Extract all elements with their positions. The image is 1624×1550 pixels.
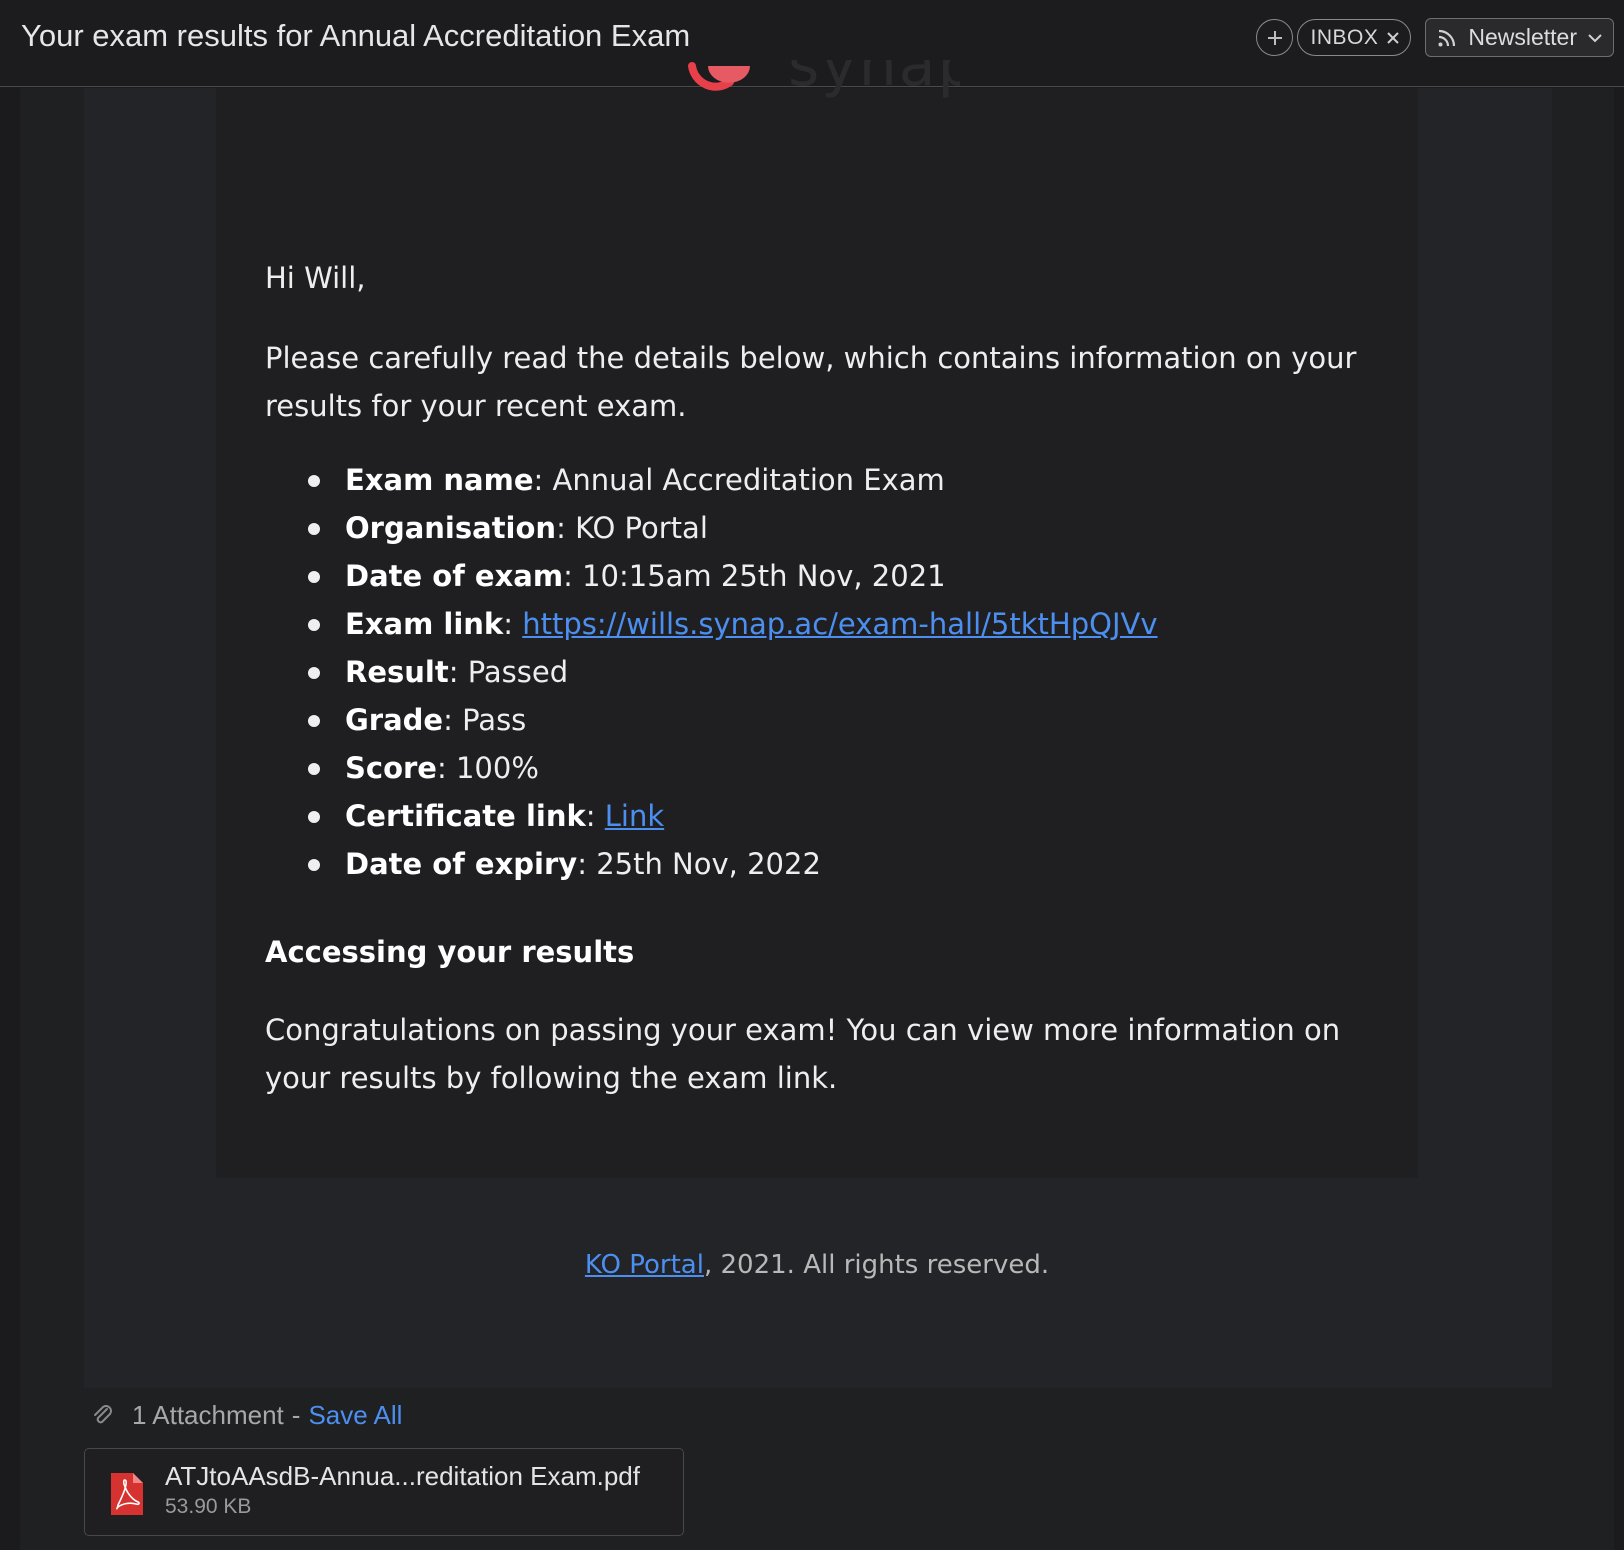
footer-copyright: , 2021. All rights reserved. xyxy=(703,1250,1050,1280)
intro-paragraph: Please carefully read the details below,… xyxy=(265,341,1357,423)
detail-label: Result xyxy=(345,655,449,689)
congrats-paragraph: Congratulations on passing your exam! Yo… xyxy=(265,1013,1341,1095)
attachment-count: 1 Attachment xyxy=(132,1400,284,1430)
detail-value: KO Portal xyxy=(575,511,708,545)
save-all-button[interactable]: Save All xyxy=(308,1400,402,1431)
email-subject: Your exam results for Annual Accreditati… xyxy=(21,18,691,53)
newsletter-label: Newsletter xyxy=(1468,24,1577,50)
attachment-filesize: 53.90 KB xyxy=(165,1495,252,1518)
list-item: Date of expiry: 25th Nov, 2022 xyxy=(308,840,1158,888)
label-tag-text: INBOX xyxy=(1310,25,1379,49)
remove-label-button[interactable] xyxy=(1386,31,1400,45)
detail-value: 100% xyxy=(455,751,539,785)
detail-label: Grade xyxy=(345,703,444,737)
footer-portal-link[interactable]: KO Portal xyxy=(585,1250,704,1280)
sender-logo: synap xyxy=(680,60,960,110)
detail-value: Annual Accreditation Exam xyxy=(552,463,945,497)
attachment-file[interactable]: ATJtoAAsdB-Annua...reditation Exam.pdf 5… xyxy=(84,1448,684,1536)
detail-value: Passed xyxy=(467,655,569,689)
header-controls: INBOX Newsletter xyxy=(1256,18,1614,57)
list-item: Certificate link: Link xyxy=(308,792,1158,840)
attachment-separator: - xyxy=(291,1400,301,1430)
email-footer: KO Portal, 2021. All rights reserved. xyxy=(216,1250,1418,1280)
detail-value: Pass xyxy=(462,703,527,737)
certificate-link[interactable]: Link xyxy=(605,799,664,833)
exam-details-list: Exam name: Annual Accreditation Exam Org… xyxy=(308,456,1158,888)
attachment-filename: ATJtoAAsdB-Annua...reditation Exam.pdf xyxy=(165,1461,640,1491)
logo-mark-icon xyxy=(688,62,750,91)
detail-label: Date of expiry xyxy=(345,847,578,881)
list-item: Grade: Pass xyxy=(308,696,1158,744)
detail-label: Exam link xyxy=(345,607,504,641)
list-item: Date of exam: 10:15am 25th Nov, 2021 xyxy=(308,552,1158,600)
close-icon xyxy=(1387,31,1400,44)
detail-label: Organisation xyxy=(345,511,557,545)
section-heading: Accessing your results xyxy=(265,935,635,969)
detail-label: Date of exam xyxy=(345,559,564,593)
paperclip-icon xyxy=(94,1404,112,1423)
exam-link[interactable]: https://wills.synap.ac/exam-hall/5tktHpQ… xyxy=(522,607,1157,641)
pdf-file-icon xyxy=(111,1473,143,1515)
label-tag-inbox: INBOX xyxy=(1297,19,1412,56)
list-item: Exam name: Annual Accreditation Exam xyxy=(308,456,1158,504)
logo-wordmark: synap xyxy=(788,60,960,100)
detail-value: 10:15am 25th Nov, 2021 xyxy=(582,559,946,593)
list-item: Organisation: KO Portal xyxy=(308,504,1158,552)
list-item: Exam link: https://wills.synap.ac/exam-h… xyxy=(308,600,1158,648)
list-item: Score: 100% xyxy=(308,744,1158,792)
detail-label: Certificate link xyxy=(345,799,586,833)
detail-value: 25th Nov, 2022 xyxy=(596,847,821,881)
newsletter-dropdown[interactable]: Newsletter xyxy=(1425,18,1614,57)
greeting: Hi Will, xyxy=(265,261,366,295)
detail-label: Score xyxy=(345,751,437,785)
add-label-button[interactable] xyxy=(1256,19,1294,56)
rss-icon xyxy=(1438,29,1456,46)
detail-label: Exam name xyxy=(345,463,534,497)
plus-circle-icon xyxy=(1267,30,1282,45)
chevron-down-icon xyxy=(1588,33,1602,42)
attachments-bar: 1 Attachment - Save All xyxy=(90,1400,402,1431)
list-item: Result: Passed xyxy=(308,648,1158,696)
